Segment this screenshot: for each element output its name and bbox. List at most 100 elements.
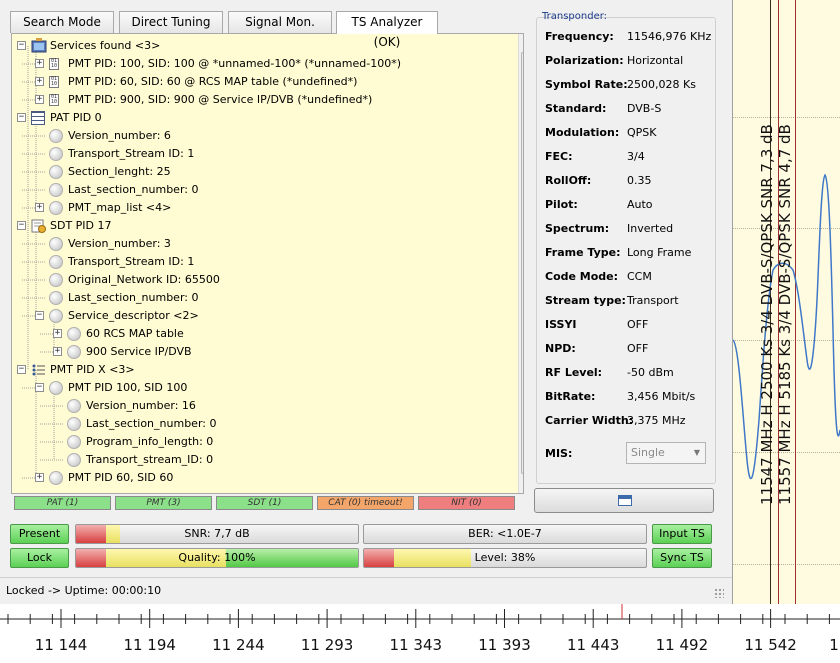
tree-item[interactable]: +01 10 PMT PID: 900, SID: 900 @ Service IP…	[12, 91, 512, 109]
expand-icon[interactable]: +	[53, 347, 62, 356]
node-bullet-icon	[67, 453, 81, 467]
collapse-icon[interactable]: −	[17, 221, 26, 230]
node-bullet-icon	[49, 291, 63, 305]
status-chip-pat: PAT (1)	[14, 496, 111, 510]
transponder-field-label: Polarization:	[545, 54, 624, 67]
tree-item[interactable]: Transport_stream_ID: 0	[12, 451, 512, 469]
transponder-field-value: DVB-S	[627, 102, 662, 115]
snr-meter: SNR: 7,7 dB	[75, 524, 359, 544]
tree-scrollbar[interactable]: ▲ ▼	[518, 34, 523, 493]
node-bullet-icon	[67, 399, 81, 413]
resize-grip-icon[interactable]	[714, 588, 724, 598]
tab-direct-tuning[interactable]: Direct Tuning	[119, 11, 223, 33]
sync-ts-indicator[interactable]: Sync TS	[652, 548, 712, 568]
transponder-field-label: Carrier Width:	[545, 414, 634, 427]
tab-search-mode[interactable]: Search Mode	[10, 11, 114, 33]
transponder-field-label: Spectrum:	[545, 222, 610, 235]
expand-icon[interactable]: +	[35, 59, 44, 68]
transponder-field-value: Inverted	[627, 222, 674, 235]
transponder-field-label: Symbol Rate:	[545, 78, 628, 91]
mis-selected-value: Single	[631, 446, 665, 459]
expand-icon[interactable]: +	[35, 473, 44, 482]
tree-item-label: Last_section_number: 0	[68, 183, 199, 196]
ber-text: BER: <1.0E-7	[468, 527, 542, 540]
node-bullet-icon	[49, 237, 63, 251]
scroll-up-icon[interactable]: ▲	[521, 36, 523, 50]
tree-item-label: Section_lenght: 25	[68, 165, 171, 178]
transponder-field-value: 2500,028 Ks	[627, 78, 696, 91]
transponder-field-label: Modulation:	[545, 126, 620, 139]
tree-item[interactable]: Last_section_number: 0	[12, 181, 512, 199]
analyzer-window: Search Mode Direct Tuning Signal Mon. TS…	[0, 0, 733, 604]
collapse-icon[interactable]: −	[17, 365, 26, 374]
binary-file-icon: 01 10	[49, 76, 59, 88]
tree-item[interactable]: Last_section_number: 0	[12, 289, 512, 307]
lock-indicator[interactable]: Lock	[10, 548, 69, 568]
tree-item[interactable]: Transport_Stream ID: 1	[12, 253, 512, 271]
expand-icon[interactable]: +	[35, 203, 44, 212]
tree-item-label: PMT PID: 900, SID: 900 @ Service IP/DVB …	[68, 93, 373, 106]
tree-item-label: 60 RCS MAP table	[86, 327, 184, 340]
transponder-field-value: Long Frame	[627, 246, 692, 259]
frequency-tick-label: 11 443	[566, 636, 620, 654]
tree-item[interactable]: − PMT PID 100, SID 100	[12, 379, 512, 397]
ts-tree-view[interactable]: − Services found <3> +01 10 PMT PID: 100, SI…	[11, 33, 524, 494]
node-bullet-icon	[49, 165, 63, 179]
scroll-down-icon[interactable]: ▼	[521, 478, 523, 492]
tree-item[interactable]: +60 RCS MAP table	[12, 325, 512, 343]
tree-item[interactable]: Section_lenght: 25	[12, 163, 512, 181]
node-bullet-icon	[49, 273, 63, 287]
scrollbar-thumb[interactable]	[521, 52, 523, 474]
tree-item[interactable]: − SDT PID 17	[12, 217, 512, 235]
transponder-field-label: Pilot:	[545, 198, 578, 211]
tree-item[interactable]: + PMT PID 60, SID 60	[12, 469, 512, 487]
frequency-tick-label: 11 244	[212, 636, 265, 654]
transponder-field-label: NPD:	[545, 342, 576, 355]
expand-icon[interactable]: +	[53, 329, 62, 338]
window-icon	[618, 495, 632, 506]
tab-signal-monitor[interactable]: Signal Mon.	[228, 11, 332, 33]
level-meter: Level: 38%	[363, 548, 647, 568]
collapse-icon[interactable]: −	[17, 113, 26, 122]
tree-item[interactable]: Version_number: 6	[12, 127, 512, 145]
tab-ts-analyzer[interactable]: TS Analyzer (OK)	[336, 11, 438, 49]
tree-item[interactable]: Last_section_number: 0	[12, 415, 512, 433]
transponder-field-label: FEC:	[545, 150, 573, 163]
document-star-icon	[31, 219, 46, 233]
tree-item[interactable]: Program_info_length: 0	[12, 433, 512, 451]
expand-icon[interactable]: +	[35, 77, 44, 86]
transponder-field-label: RollOff:	[545, 174, 592, 187]
window-toggle-button[interactable]	[534, 488, 714, 513]
status-bar-text: Locked -> Uptime: 00:00:10	[6, 584, 162, 597]
mis-select[interactable]: Single ▼	[626, 442, 706, 464]
node-bullet-icon	[49, 381, 63, 395]
collapse-icon[interactable]: −	[17, 41, 26, 50]
transponder-field-value: 3,456 Mbit/s	[627, 390, 696, 403]
tree-item[interactable]: + PMT_map_list <4>	[12, 199, 512, 217]
frequency-tick-label: 11 194	[123, 636, 176, 654]
input-ts-indicator[interactable]: Input TS	[652, 524, 712, 544]
mis-label: MIS:	[545, 447, 573, 460]
tree-item-label: PMT PID 100, SID 100	[68, 381, 188, 394]
collapse-icon[interactable]: −	[35, 311, 44, 320]
tree-item[interactable]: +900 Service IP/DVB	[12, 343, 512, 361]
expand-icon[interactable]: +	[35, 95, 44, 104]
tree-item[interactable]: Transport_Stream ID: 1	[12, 145, 512, 163]
tree-item[interactable]: − PAT PID 0	[12, 109, 512, 127]
tree-item[interactable]: +01 10 PMT PID: 60, SID: 60 @ RCS MAP tabl…	[12, 73, 512, 91]
tree-item[interactable]: +01 10 PMT PID: 100, SID: 100 @ *unnamed-1…	[12, 55, 512, 73]
tree-item[interactable]: Original_Network ID: 65500	[12, 271, 512, 289]
tree-item[interactable]: − Service_descriptor <2>	[12, 307, 512, 325]
tree-item-label: SDT PID 17	[50, 219, 112, 232]
tree-item-label: Transport_Stream ID: 1	[68, 147, 195, 160]
present-indicator[interactable]: Present	[10, 524, 69, 544]
node-bullet-icon	[67, 417, 81, 431]
frequency-tick-label: 11 542	[744, 636, 797, 654]
transponder-field-value: Auto	[627, 198, 653, 211]
tree-item-label: PMT PID X <3>	[50, 363, 135, 376]
tree-item[interactable]: − Services found <3>	[12, 37, 512, 55]
tree-item[interactable]: − PMT PID X <3>	[12, 361, 512, 379]
tree-item[interactable]: Version_number: 3	[12, 235, 512, 253]
collapse-icon[interactable]: −	[35, 383, 44, 392]
tree-item[interactable]: Version_number: 16	[12, 397, 512, 415]
